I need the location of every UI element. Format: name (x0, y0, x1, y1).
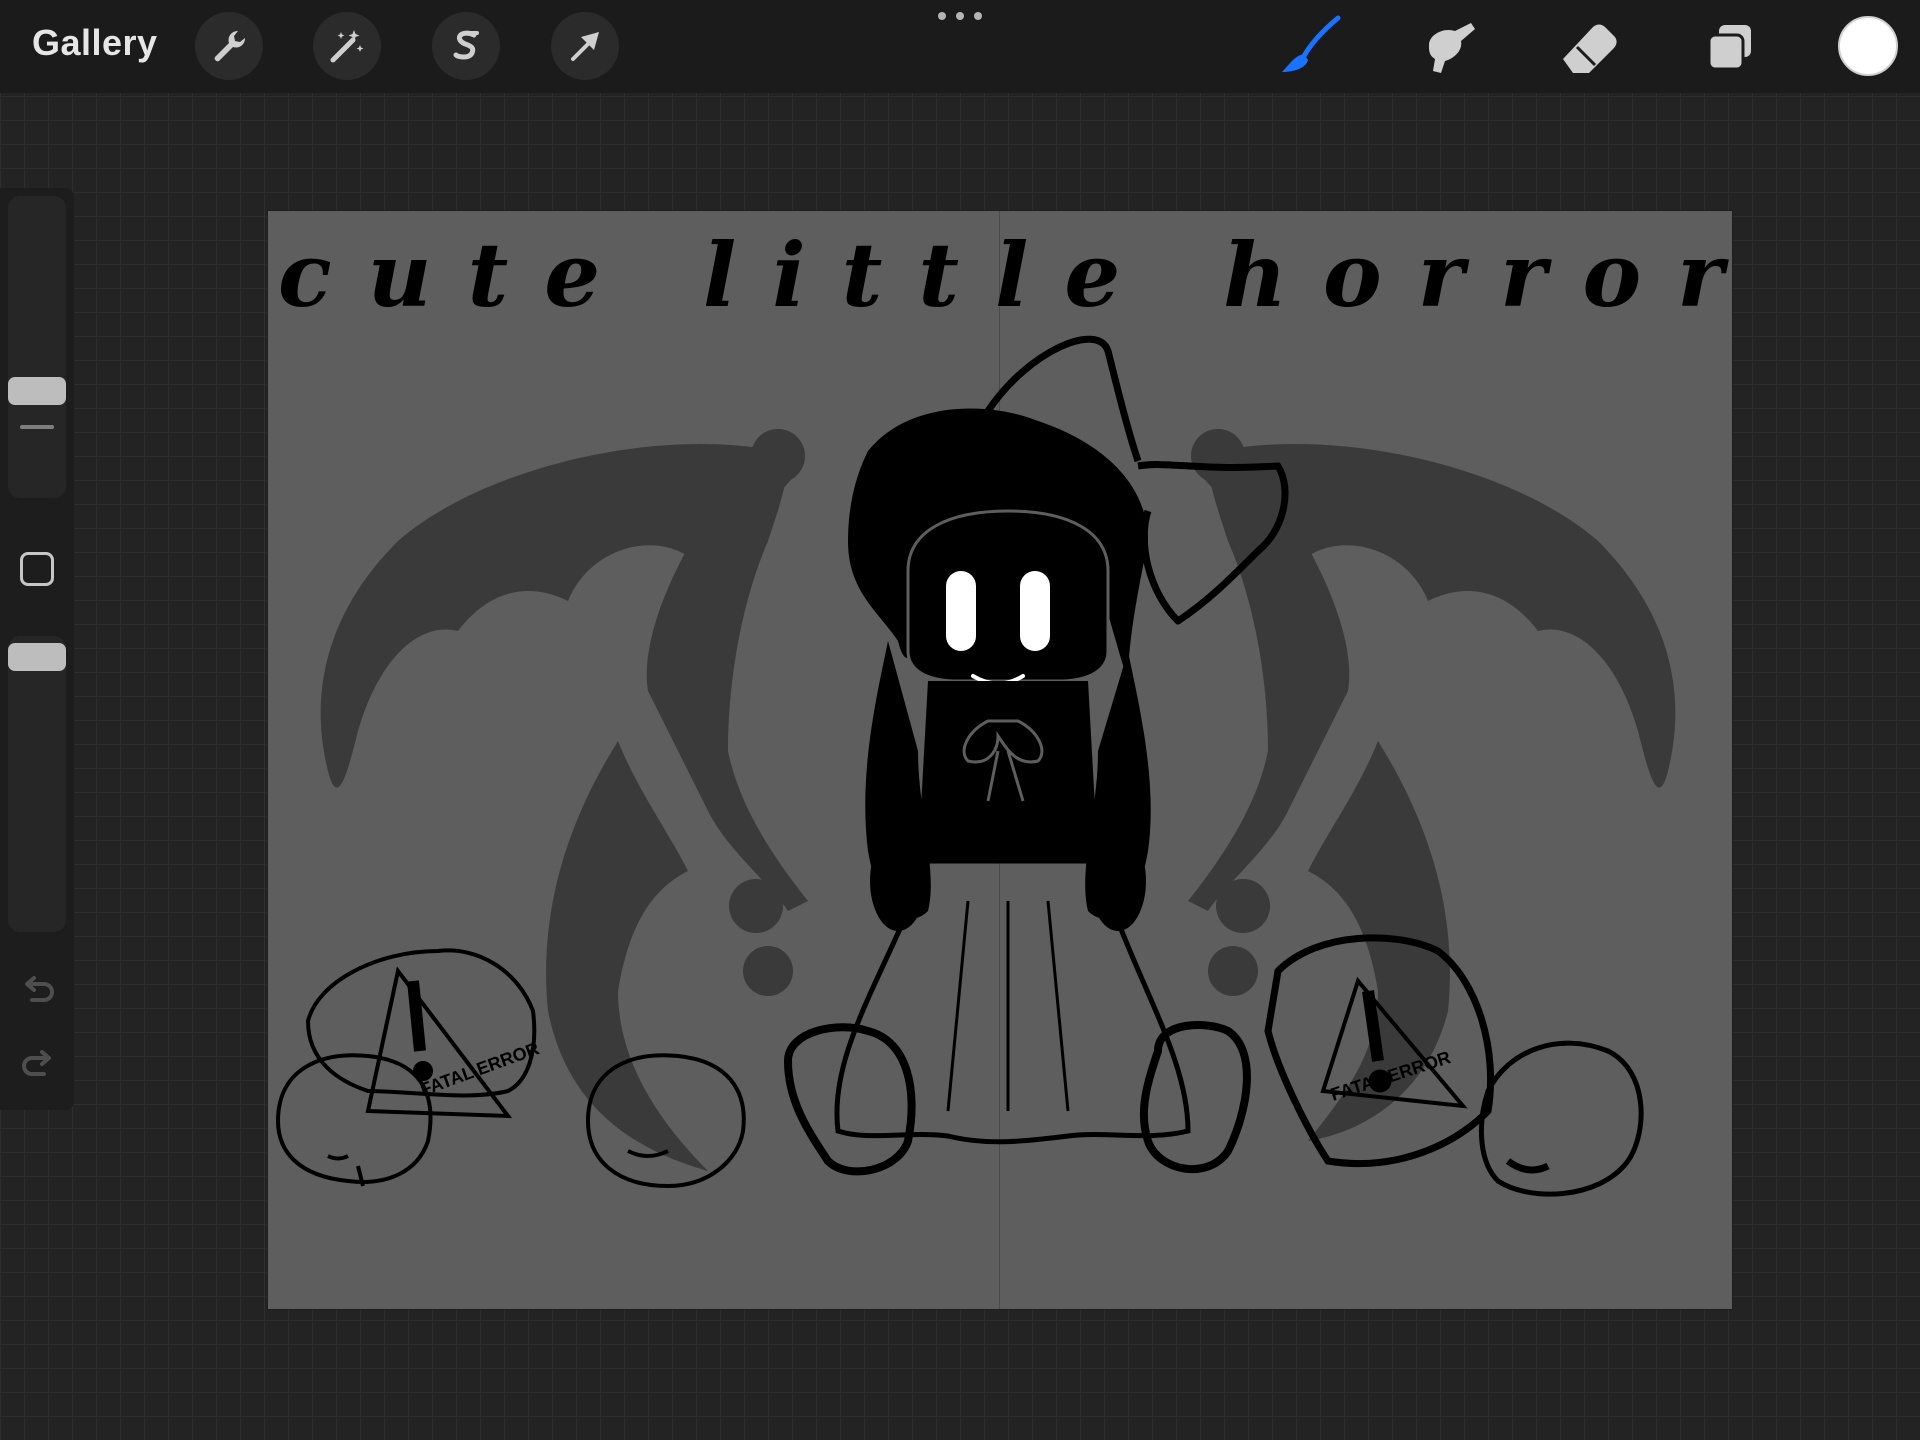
gallery-button[interactable]: Gallery (32, 22, 158, 64)
smudge-tool-button[interactable] (1414, 14, 1484, 80)
dot (974, 12, 982, 20)
drawing-canvas[interactable]: FATAL ERROR FATAL ERROR cute little horr… (268, 211, 1732, 1309)
color-picker-button[interactable] (1838, 16, 1898, 76)
right-wing (1188, 429, 1676, 1141)
selection-button[interactable] (432, 12, 500, 80)
brush-tool-button[interactable] (1276, 14, 1346, 80)
smudge-finger-icon (1429, 23, 1475, 73)
modify-button[interactable] (20, 552, 54, 586)
selection-s-icon (453, 30, 479, 60)
transform-button[interactable] (551, 12, 619, 80)
wrench-icon (214, 30, 246, 62)
actions-button[interactable] (195, 12, 263, 80)
opacity-slider[interactable] (8, 636, 66, 932)
undo-icon[interactable] (18, 970, 58, 1010)
left-sidebar (0, 188, 74, 1110)
character-face (906, 509, 1110, 686)
top-toolbar: Gallery (0, 0, 1920, 93)
brush-size-indicator (20, 425, 54, 429)
layers-button[interactable] (1694, 14, 1764, 80)
magic-wand-icon (330, 30, 364, 63)
eraser-icon (1563, 24, 1617, 73)
dot (938, 12, 946, 20)
artwork: FATAL ERROR FATAL ERROR (275, 335, 1676, 1197)
dot (956, 12, 964, 20)
character-feet (783, 1021, 1251, 1176)
arrow-cursor-icon (571, 32, 599, 61)
redo-icon[interactable] (18, 1044, 58, 1084)
brush-icon (1282, 15, 1341, 72)
brush-size-thumb[interactable] (8, 377, 66, 405)
brush-size-slider[interactable] (8, 196, 66, 498)
more-options-icon[interactable] (938, 12, 982, 24)
opacity-thumb[interactable] (8, 643, 66, 671)
left-sign-text: FATAL ERROR (418, 1038, 542, 1100)
canvas-title-text: cute little horror (278, 223, 1732, 327)
eraser-tool-button[interactable] (1554, 14, 1624, 80)
right-skull-group (1264, 934, 1644, 1197)
adjustments-button[interactable] (313, 12, 381, 80)
layers-icon (1707, 25, 1751, 71)
